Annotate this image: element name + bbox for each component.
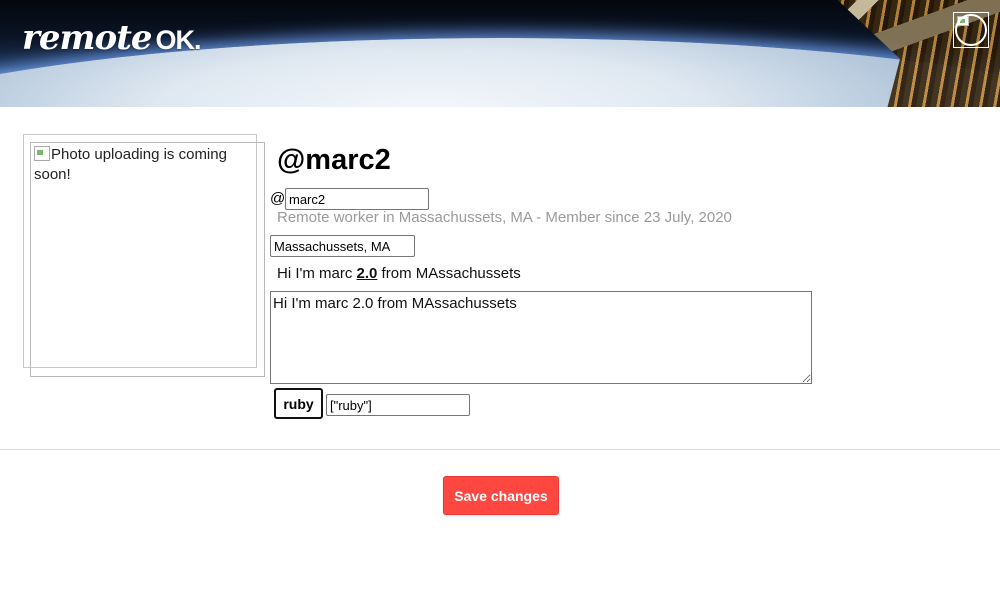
profile-username-heading: @marc2 [277,144,391,176]
bio-preview-end: from MAssachussets [377,265,521,282]
save-changes-button[interactable]: Save changes [443,476,559,515]
user-avatar-icon [955,14,987,46]
username-input[interactable] [285,188,429,210]
logo-text: remote [22,18,153,58]
bio-preview: Hi I'm marc 2.0 from MAssachussets [277,265,521,282]
bio-textarea[interactable]: Hi I'm marc 2.0 from MAssachussets [270,291,812,384]
logo-ok: OK. [155,25,202,55]
broken-image-icon [34,146,50,161]
bio-preview-start: Hi I'm marc [277,265,357,282]
tags-input[interactable] [326,394,470,416]
header-banner: remote OK. [0,0,1000,107]
profile-meta-text: Remote worker in Massachussets, MA - Mem… [277,209,732,226]
site-logo[interactable]: remote OK. [22,18,202,58]
location-input[interactable] [270,235,415,257]
bio-preview-version: 2.0 [356,265,378,282]
section-divider [0,449,1000,450]
username-at-prefix: @ [270,190,286,207]
photo-alt-text: Photo uploading is coming soon! [34,146,227,183]
tag-chip-ruby[interactable]: ruby [274,388,323,419]
profile-photo[interactable]: Photo uploading is coming soon! [30,142,265,377]
user-avatar-button[interactable] [953,12,989,48]
